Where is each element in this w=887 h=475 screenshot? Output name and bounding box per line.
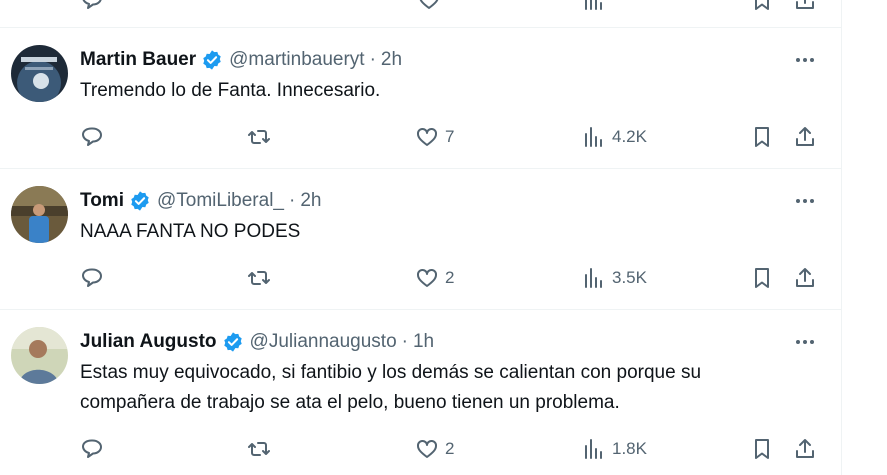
- share-icon: [796, 127, 814, 146]
- like-count: 7: [445, 127, 455, 146]
- view-count: 3.5K: [612, 268, 647, 287]
- like-icon: [417, 268, 437, 287]
- tweet-time[interactable]: 1h: [413, 331, 434, 353]
- like-button[interactable]: 2: [415, 264, 454, 292]
- like-count: 2: [445, 268, 455, 287]
- tweet-text: Tremendo lo de Fanta. Innecesario.: [80, 76, 803, 106]
- reply-button[interactable]: [80, 435, 104, 463]
- retweet-icon: [248, 271, 270, 285]
- views-button[interactable]: 1.8K: [582, 435, 647, 463]
- share-icon: [796, 268, 814, 287]
- tweet-text-line: compañera de trabajo se ata el pelo, bue…: [80, 392, 620, 413]
- avatar[interactable]: [11, 45, 68, 102]
- reply-icon: [82, 268, 102, 287]
- views-icon: [585, 439, 602, 459]
- tweet-text-line: Tremendo lo de Fanta. Innecesario.: [80, 80, 381, 101]
- more-icon[interactable]: [793, 189, 817, 213]
- retweet-button[interactable]: [247, 264, 271, 292]
- tweet-text-line: NAAA FANTA NO PODES: [80, 221, 301, 242]
- separator-dot: ·: [401, 331, 408, 352]
- tweet-text: Estas muy equivocado, si fantibio y los …: [80, 358, 803, 418]
- previous-tweet-partial: [0, 0, 841, 28]
- separator-dot: ·: [369, 49, 376, 70]
- more-icon[interactable]: [793, 48, 817, 72]
- like-icon: [417, 127, 437, 146]
- like-count: 2: [445, 439, 455, 458]
- tweet-card[interactable]: Tomi @TomiLiberal_ · 2h NAAA FANTA NO PO…: [0, 169, 841, 310]
- reply-button[interactable]: [80, 123, 104, 151]
- more-icon[interactable]: [793, 330, 817, 354]
- tweet-text: NAAA FANTA NO PODES: [80, 217, 803, 247]
- tweet-text-line: Estas muy equivocado, si fantibio y los …: [80, 362, 702, 383]
- bookmark-button[interactable]: [750, 435, 774, 463]
- reply-icon: [82, 439, 102, 458]
- views-icon: [585, 268, 602, 288]
- views-button[interactable]: 4.2K: [582, 123, 647, 151]
- tweet-feed: Martin Bauer @martinbaueryt · 2h Tremend…: [0, 0, 842, 475]
- reply-icon: [82, 127, 102, 146]
- author-handle[interactable]: @Juliannaugusto: [250, 331, 397, 353]
- reply-button[interactable]: [80, 264, 104, 292]
- like-button[interactable]: 7: [415, 123, 454, 151]
- retweet-button[interactable]: [247, 123, 271, 151]
- author-name[interactable]: Martin Bauer: [80, 49, 196, 71]
- tweet-actions: 7 4.2K: [80, 123, 820, 151]
- verified-badge-icon: [223, 332, 242, 352]
- retweet-button[interactable]: [247, 435, 271, 463]
- tweet-header: Martin Bauer @martinbaueryt · 2h: [80, 48, 402, 72]
- tweet-header: Tomi @TomiLiberal_ · 2h: [80, 189, 321, 213]
- author-name[interactable]: Julian Augusto: [80, 331, 217, 353]
- tweet-actions: 2 1.8K: [80, 435, 820, 463]
- views-icon: [585, 127, 602, 147]
- tweet-time[interactable]: 2h: [381, 49, 402, 71]
- share-icon: [796, 0, 814, 9]
- share-icon: [796, 439, 814, 458]
- avatar[interactable]: [11, 186, 68, 243]
- author-handle[interactable]: @TomiLiberal_: [157, 190, 284, 212]
- retweet-icon: [248, 442, 270, 456]
- avatar[interactable]: [11, 327, 68, 384]
- views-icon: [585, 0, 602, 10]
- view-count: 1.8K: [612, 439, 647, 458]
- bookmark-button[interactable]: [750, 0, 774, 14]
- retweet-icon: [248, 130, 270, 144]
- tweet-card[interactable]: Julian Augusto @Juliannaugusto · 1h Esta…: [0, 310, 841, 475]
- bookmark-icon: [755, 268, 769, 288]
- tweet-time[interactable]: 2h: [300, 190, 321, 212]
- share-button[interactable]: [793, 435, 817, 463]
- views-button[interactable]: [582, 0, 606, 14]
- tweet-card[interactable]: Martin Bauer @martinbaueryt · 2h Tremend…: [0, 28, 841, 169]
- verified-badge-icon: [131, 191, 149, 211]
- tweet-header: Julian Augusto @Juliannaugusto · 1h: [80, 330, 434, 354]
- bookmark-button[interactable]: [750, 123, 774, 151]
- views-button[interactable]: 3.5K: [582, 264, 647, 292]
- verified-badge-icon: [203, 50, 221, 70]
- share-button[interactable]: [793, 264, 817, 292]
- like-icon: [419, 0, 439, 9]
- tweet-actions: 2 3.5K: [80, 264, 820, 292]
- like-icon: [417, 439, 437, 458]
- like-button[interactable]: 2: [415, 435, 454, 463]
- previous-tweet-actions: [80, 0, 820, 14]
- view-count: 4.2K: [612, 127, 647, 146]
- share-button[interactable]: [793, 123, 817, 151]
- author-handle[interactable]: @martinbaueryt: [229, 49, 364, 71]
- reply-icon: [82, 0, 102, 9]
- like-button[interactable]: [417, 0, 441, 14]
- separator-dot: ·: [289, 190, 296, 211]
- bookmark-icon: [755, 439, 769, 459]
- bookmark-icon: [755, 127, 769, 147]
- share-button[interactable]: [793, 0, 817, 14]
- reply-button[interactable]: [80, 0, 104, 14]
- bookmark-button[interactable]: [750, 264, 774, 292]
- author-name[interactable]: Tomi: [80, 190, 124, 212]
- bookmark-icon: [755, 0, 769, 10]
